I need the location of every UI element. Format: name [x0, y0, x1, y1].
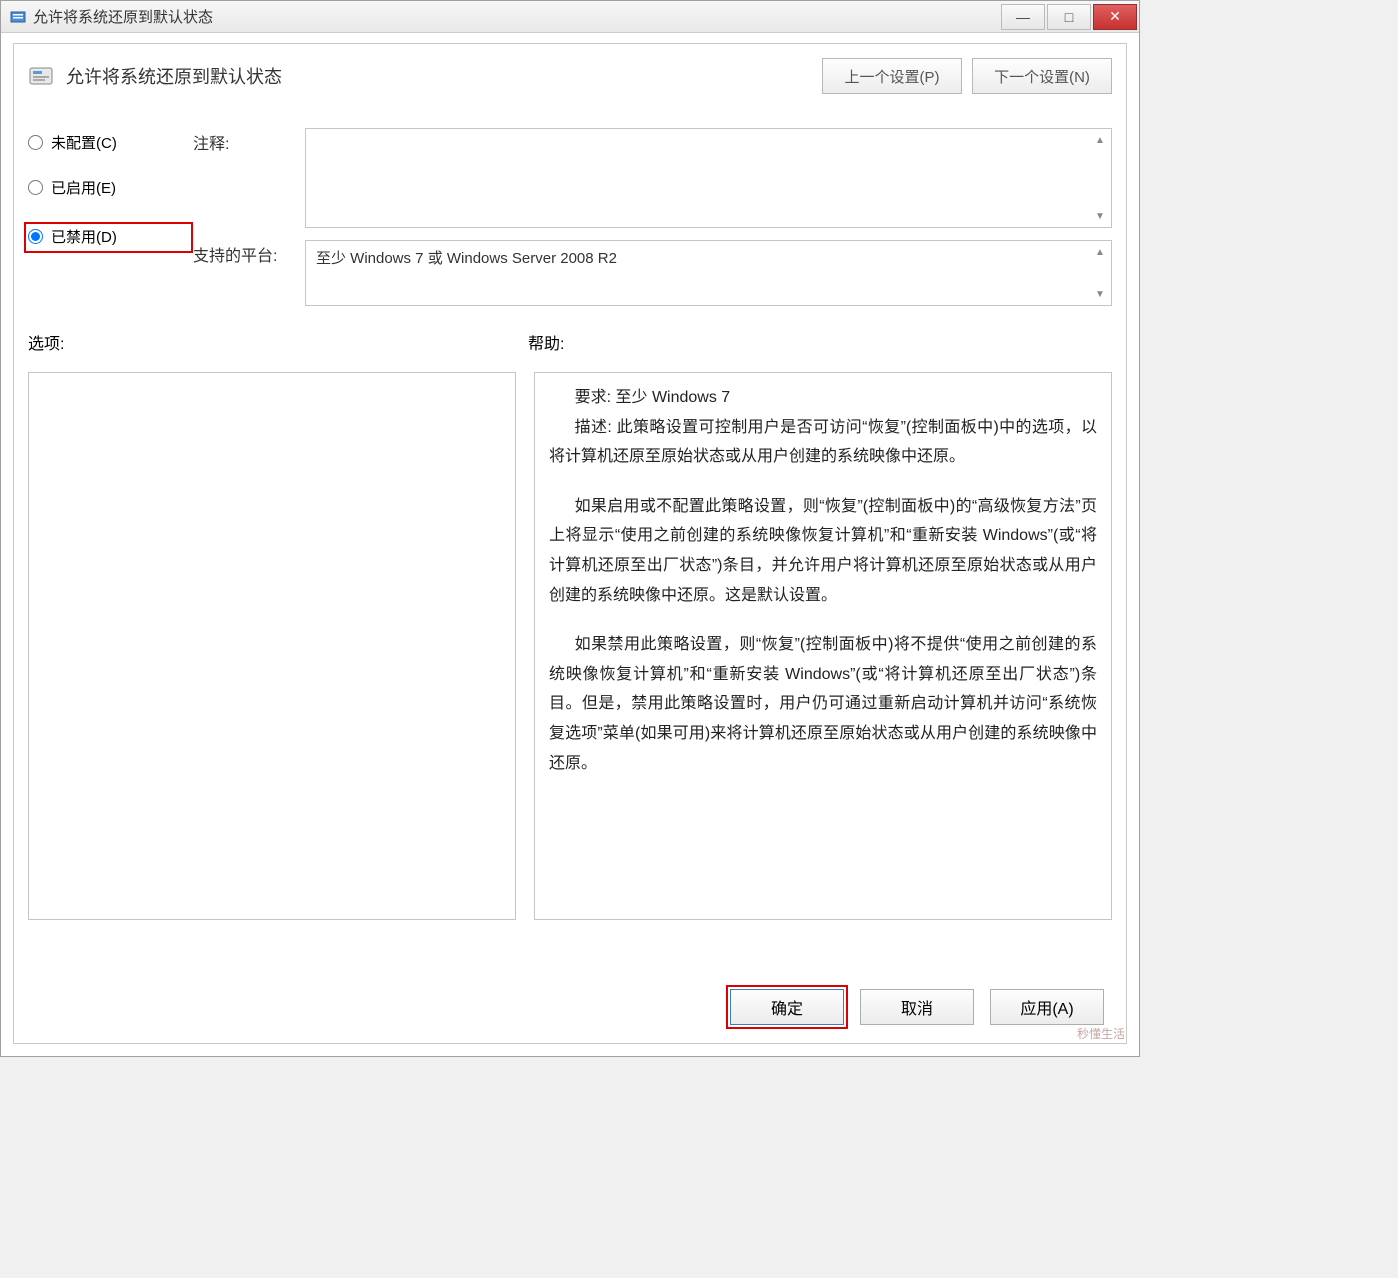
supported-on-value: 至少 Windows 7 或 Windows Server 2008 R2 [316, 250, 617, 267]
help-req-value: 至少 Windows 7 [616, 389, 731, 406]
window-title: 允许将系统还原到默认状态 [33, 6, 213, 27]
help-p3: 如果禁用此策略设置，则“恢复”(控制面板中)将不提供“使用之前创建的系统映像恢复… [549, 630, 1097, 778]
radio-not-configured-input[interactable] [28, 135, 43, 150]
supported-label: 支持的平台: [193, 240, 293, 266]
ok-button[interactable]: 确定 [730, 989, 844, 1025]
help-block: 要求: 至少 Windows 7 描述: 此策略设置可控制用户是否可访问“恢复”… [549, 383, 1097, 472]
scroll-down-icon[interactable]: ▼ [1091, 285, 1109, 303]
scroll-down-icon[interactable]: ▼ [1091, 207, 1109, 225]
radio-enabled-input[interactable] [28, 180, 43, 195]
supported-on-box: 至少 Windows 7 或 Windows Server 2008 R2 ▲ … [305, 240, 1112, 306]
highlight-box: 已禁用(D) [24, 222, 193, 253]
policy-editor-window: 允许将系统还原到默认状态 — □ ✕ 允许将系统还原到默认状态 上一个设置(P)… [0, 0, 1140, 1057]
close-button[interactable]: ✕ [1093, 4, 1137, 30]
apply-button[interactable]: 应用(A) [990, 989, 1104, 1025]
help-desc-label: 描述: [575, 419, 612, 436]
app-icon [9, 8, 27, 26]
options-pane [28, 372, 516, 920]
footer-buttons: 确定 取消 应用(A) [730, 989, 1104, 1025]
maximize-button[interactable]: □ [1047, 4, 1091, 30]
help-req-label: 要求: [575, 389, 611, 406]
help-label: 帮助: [528, 330, 564, 354]
radio-label: 已启用(E) [51, 177, 116, 198]
help-pane: 要求: 至少 Windows 7 描述: 此策略设置可控制用户是否可访问“恢复”… [534, 372, 1112, 920]
comment-textarea[interactable]: ▲ ▼ [305, 128, 1112, 228]
options-label: 选项: [28, 330, 528, 354]
radio-enabled[interactable]: 已启用(E) [28, 177, 193, 198]
radio-label: 已禁用(D) [51, 226, 117, 247]
help-p1: 此策略设置可控制用户是否可访问“恢复”(控制面板中)中的选项，以将计算机还原至原… [549, 419, 1097, 466]
cancel-button[interactable]: 取消 [860, 989, 974, 1025]
comment-label: 注释: [193, 128, 293, 154]
radio-disabled[interactable]: 已禁用(D) [28, 226, 187, 247]
radio-label: 未配置(C) [51, 132, 117, 153]
titlebar: 允许将系统还原到默认状态 — □ ✕ [1, 1, 1139, 33]
dialog-panel: 允许将系统还原到默认状态 上一个设置(P) 下一个设置(N) 未配置(C) 已启… [13, 43, 1127, 1044]
radio-not-configured[interactable]: 未配置(C) [28, 132, 193, 153]
policy-title: 允许将系统还原到默认状态 [66, 63, 822, 89]
state-radio-group: 未配置(C) 已启用(E) 已禁用(D) [28, 132, 193, 306]
minimize-button[interactable]: — [1001, 4, 1045, 30]
help-p2: 如果启用或不配置此策略设置，则“恢复”(控制面板中)的“高级恢复方法”页上将显示… [549, 492, 1097, 610]
scroll-up-icon[interactable]: ▲ [1091, 131, 1109, 149]
policy-icon [28, 63, 56, 89]
next-setting-button[interactable]: 下一个设置(N) [972, 58, 1112, 94]
radio-disabled-input[interactable] [28, 229, 43, 244]
scroll-up-icon[interactable]: ▲ [1091, 243, 1109, 261]
watermark: 秒懂生活 [1077, 1025, 1125, 1042]
previous-setting-button[interactable]: 上一个设置(P) [822, 58, 962, 94]
